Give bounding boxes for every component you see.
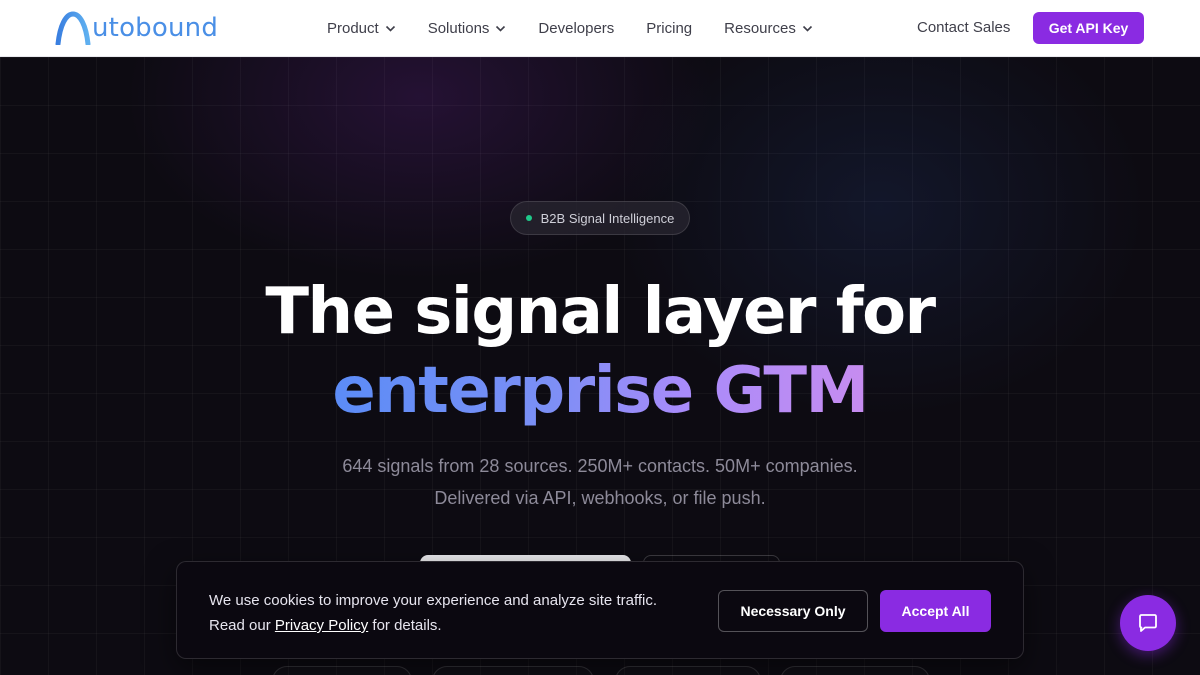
nav-item-label: Resources	[724, 20, 796, 37]
badge-label: B2B Signal Intelligence	[540, 210, 675, 226]
headline-line-1: The signal layer for	[265, 275, 936, 349]
feature-chip	[780, 666, 930, 675]
chat-bubble-icon	[1139, 614, 1157, 632]
accept-all-button[interactable]: Accept All	[880, 590, 991, 632]
get-api-key-button[interactable]: Get API Key	[1033, 12, 1144, 44]
cookie-banner: We use cookies to improve your experienc…	[176, 561, 1024, 659]
feature-chip	[615, 666, 761, 675]
main-menu: Product Solutions Developers Pricing Res…	[327, 0, 845, 57]
feature-chip	[272, 666, 412, 675]
chevron-down-icon	[385, 23, 396, 34]
necessary-only-button[interactable]: Necessary Only	[718, 590, 868, 632]
nav-item-solutions[interactable]: Solutions	[428, 20, 507, 37]
logo-arch-icon	[55, 11, 91, 45]
chevron-down-icon	[802, 23, 813, 34]
hero-badge: B2B Signal Intelligence	[510, 201, 690, 235]
cookie-message: We use cookies to improve your experienc…	[209, 588, 657, 638]
cookie-line-2-prefix: Read our	[209, 617, 275, 634]
headline-line-2: enterprise GTM	[0, 354, 1200, 428]
hero-subtitle-line-1: 644 signals from 28 sources. 250M+ conta…	[342, 456, 858, 476]
top-nav: utobound Product Solutions Developers Pr…	[0, 0, 1200, 57]
contact-sales-link[interactable]: Contact Sales	[917, 19, 1010, 36]
nav-item-label: Product	[327, 20, 379, 37]
cookie-line-1: We use cookies to improve your experienc…	[209, 592, 658, 609]
nav-item-label: Pricing	[646, 20, 693, 37]
nav-item-resources[interactable]: Resources	[724, 20, 813, 37]
feature-chip	[432, 666, 594, 675]
hero-subtitle-line-2: Delivered via API, webhooks, or file pus…	[434, 488, 766, 508]
cookie-line-2-suffix: for details.	[368, 617, 442, 634]
nav-item-pricing[interactable]: Pricing	[646, 20, 692, 37]
logo-text: utobound	[92, 13, 219, 43]
nav-item-label: Solutions	[427, 20, 490, 37]
chat-button[interactable]	[1120, 595, 1176, 651]
status-dot-icon	[525, 215, 532, 221]
autobound-logo[interactable]: utobound	[55, 10, 218, 46]
nav-item-developers[interactable]: Developers	[538, 20, 614, 37]
chevron-down-icon	[495, 23, 506, 34]
cookie-line-2: Read our Privacy Policy for details.	[209, 613, 657, 638]
nav-item-label: Developers	[538, 20, 615, 37]
privacy-policy-link[interactable]: Privacy Policy	[275, 617, 368, 634]
nav-item-product[interactable]: Product	[327, 20, 396, 37]
headline-gradient-text: enterprise GTM	[332, 354, 869, 428]
